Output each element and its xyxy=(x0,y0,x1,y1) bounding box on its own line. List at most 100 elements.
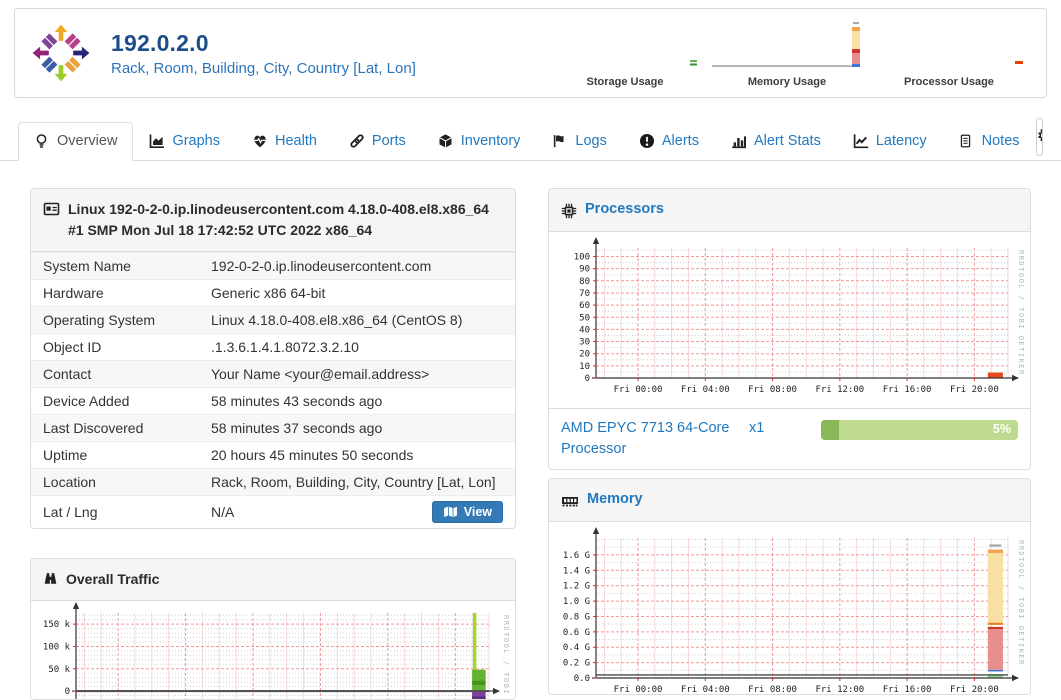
tab-alert-stats[interactable]: Alert Stats xyxy=(715,122,837,161)
lightbulb-icon xyxy=(34,133,50,149)
id-card-icon xyxy=(43,201,60,217)
processors-title: Processors xyxy=(585,201,664,217)
tab-label: Graphs xyxy=(172,133,220,149)
svg-text:0.8 G: 0.8 G xyxy=(563,612,590,622)
tab-notes[interactable]: Notes xyxy=(943,122,1036,161)
svg-text:1.0 G: 1.0 G xyxy=(563,597,590,607)
overall-traffic-panel: Overall Traffic 050 k100 k150 kFri 00:00… xyxy=(30,558,516,700)
memory-panel: Memory 0.0 0.2 G 0.4 G 0.6 G 0.8 G 1.0 G 1.2 G… xyxy=(548,478,1031,695)
processors-header[interactable]: Processors xyxy=(549,189,1030,232)
tab-label: Overview xyxy=(57,133,118,149)
chart-line-icon xyxy=(853,133,869,149)
tab-label: Notes xyxy=(981,133,1020,149)
file-lines-icon xyxy=(959,133,975,149)
device-title: 192.0.2.0 xyxy=(111,29,209,56)
chart-area-icon xyxy=(149,133,165,149)
tab-latency[interactable]: Latency xyxy=(837,122,943,161)
svg-text:50 k: 50 k xyxy=(48,665,70,675)
row-label: Hardware xyxy=(43,285,104,301)
svg-text:0.6 G: 0.6 G xyxy=(563,628,590,638)
traffic-graph-host[interactable]: 050 k100 k150 kFri 00:00Fri 04:00Fri 08:… xyxy=(31,601,515,699)
memory-usage-label: Memory Usage xyxy=(747,76,827,88)
svg-text:Fri 16:00: Fri 16:00 xyxy=(883,685,932,694)
memory-header[interactable]: Memory xyxy=(549,479,1030,522)
row-value: 58 minutes 43 seconds ago xyxy=(211,393,383,409)
tab-list: Overview Graphs Health Ports Inventory Logs Al… xyxy=(18,122,1036,161)
table-row: Last Discovered 58 minutes 37 seconds ago xyxy=(31,414,515,441)
svg-text:1.4 G: 1.4 G xyxy=(563,566,590,576)
cube-icon xyxy=(438,133,454,149)
tab-alerts[interactable]: Alerts xyxy=(623,122,715,161)
device-location-subtitle: Rack, Room, Building, City, Country [Lat… xyxy=(111,59,416,77)
row-value: Linux 4.18.0-408.el8.x86_64 (CentOS 8) xyxy=(211,312,463,328)
table-row: Device Added 58 minutes 43 seconds ago xyxy=(31,387,515,414)
traffic-graph-host-svg: 050 k100 k150 kFri 00:00Fri 04:00Fri 08:… xyxy=(43,602,510,699)
svg-text:40: 40 xyxy=(579,325,590,335)
cpu-name-link[interactable]: AMD EPYC 7713 64-Core Processor xyxy=(561,418,731,460)
table-row: Contact Your Name <your@email.address> xyxy=(31,360,515,387)
svg-text:100 k: 100 k xyxy=(43,642,71,652)
svg-text:10: 10 xyxy=(579,362,590,372)
svg-text:Fri 20:00: Fri 20:00 xyxy=(950,385,999,395)
tab-label: Alerts xyxy=(661,133,699,149)
system-kernel-title: Linux 192-0-2-0.ip.linodeusercontent.com… xyxy=(68,201,489,238)
processor-usage-mini-graph[interactable]: Processor Usage xyxy=(868,9,1030,97)
row-value: Rack, Room, Building, City, Country [Lat… xyxy=(211,474,496,490)
row-value: .1.3.6.1.4.1.8072.3.2.10 xyxy=(211,339,359,355)
row-value: 58 minutes 37 seconds ago xyxy=(211,420,383,436)
tab-label: Health xyxy=(275,133,317,149)
svg-text:0.0: 0.0 xyxy=(574,674,590,684)
row-label: Lat / Lng xyxy=(43,504,98,520)
memory-usage-mini-graph[interactable]: Memory Usage xyxy=(706,9,868,97)
svg-text:Fri 04:00: Fri 04:00 xyxy=(681,685,730,694)
row-label: Contact xyxy=(43,366,92,382)
tab-label: Logs xyxy=(575,133,607,149)
svg-text:90: 90 xyxy=(579,264,590,274)
map-icon xyxy=(443,505,458,519)
svg-text:150 k: 150 k xyxy=(43,620,71,630)
tab-graphs[interactable]: Graphs xyxy=(133,122,236,161)
tab-health[interactable]: Health xyxy=(236,122,333,161)
tab-ports[interactable]: Ports xyxy=(333,122,422,161)
processors-graph-host-svg: 0 10 20 30 40 50 60 70 80 90 100 Fri 00:00 Fri 04:00… xyxy=(574,236,1025,395)
cpu-usage-progress-fill xyxy=(821,419,839,440)
storage-mini-sparkline xyxy=(690,60,697,66)
svg-text:Fri 08:00: Fri 08:00 xyxy=(748,685,797,694)
svg-text:RRDTOOL / TOBI OETIKER: RRDTOOL / TOBI OETIKER xyxy=(1017,250,1025,376)
link-icon xyxy=(349,133,365,149)
tab-overview[interactable]: Overview xyxy=(18,122,134,161)
table-row: Lat / Lng N/A View xyxy=(31,495,515,528)
table-row: Hardware Generic x86 64-bit xyxy=(31,279,515,306)
row-label: Uptime xyxy=(43,447,88,463)
svg-text:0.2 G: 0.2 G xyxy=(563,658,590,668)
svg-text:Fri 00:00: Fri 00:00 xyxy=(614,685,663,694)
memory-graph-host[interactable]: 0.0 0.2 G 0.4 G 0.6 G 0.8 G 1.0 G 1.2 G 1.4 G 1.… xyxy=(549,521,1030,694)
cpu-usage-percent: 5% xyxy=(992,421,1011,436)
row-label: Device Added xyxy=(43,393,130,409)
processors-graph-host[interactable]: 0 10 20 30 40 50 60 70 80 90 100 Fri 00:00 Fri 04:00… xyxy=(549,231,1030,408)
device-settings-button[interactable]: ⚙ xyxy=(1036,118,1042,155)
memory-title: Memory xyxy=(587,491,643,507)
tab-logs[interactable]: Logs xyxy=(536,122,622,161)
row-value: N/A View xyxy=(211,501,503,523)
tab-inventory[interactable]: Inventory xyxy=(422,122,537,161)
system-info-panel: Linux 192-0-2-0.ip.linodeusercontent.com… xyxy=(30,188,516,529)
row-label: Object ID xyxy=(43,339,102,355)
view-map-button[interactable]: View xyxy=(431,501,503,523)
overall-traffic-title: Overall Traffic xyxy=(66,571,160,587)
memory-graph-host-svg: 0.0 0.2 G 0.4 G 0.6 G 0.8 G 1.0 G 1.2 G 1.4 G 1.… xyxy=(563,526,1025,694)
device-header-card: 192.0.2.0 Rack, Room, Building, City, Co… xyxy=(14,8,1047,98)
chart-column-icon xyxy=(731,133,747,149)
svg-text:Fri 08:00: Fri 08:00 xyxy=(748,385,797,395)
svg-text:80: 80 xyxy=(579,277,590,287)
gear-icon: ⚙ xyxy=(1037,125,1042,148)
row-value: Generic x86 64-bit xyxy=(211,285,326,301)
binoculars-icon xyxy=(43,571,58,586)
svg-text:1.2 G: 1.2 G xyxy=(563,581,590,591)
svg-text:70: 70 xyxy=(579,289,590,299)
storage-usage-mini-graph[interactable]: Storage Usage xyxy=(544,9,706,97)
row-label: Last Discovered xyxy=(43,420,144,436)
svg-text:20: 20 xyxy=(579,349,590,359)
circle-exclamation-icon xyxy=(639,133,655,149)
system-info-table: System Name 192-0-2-0.ip.linodeuserconten… xyxy=(31,252,515,528)
